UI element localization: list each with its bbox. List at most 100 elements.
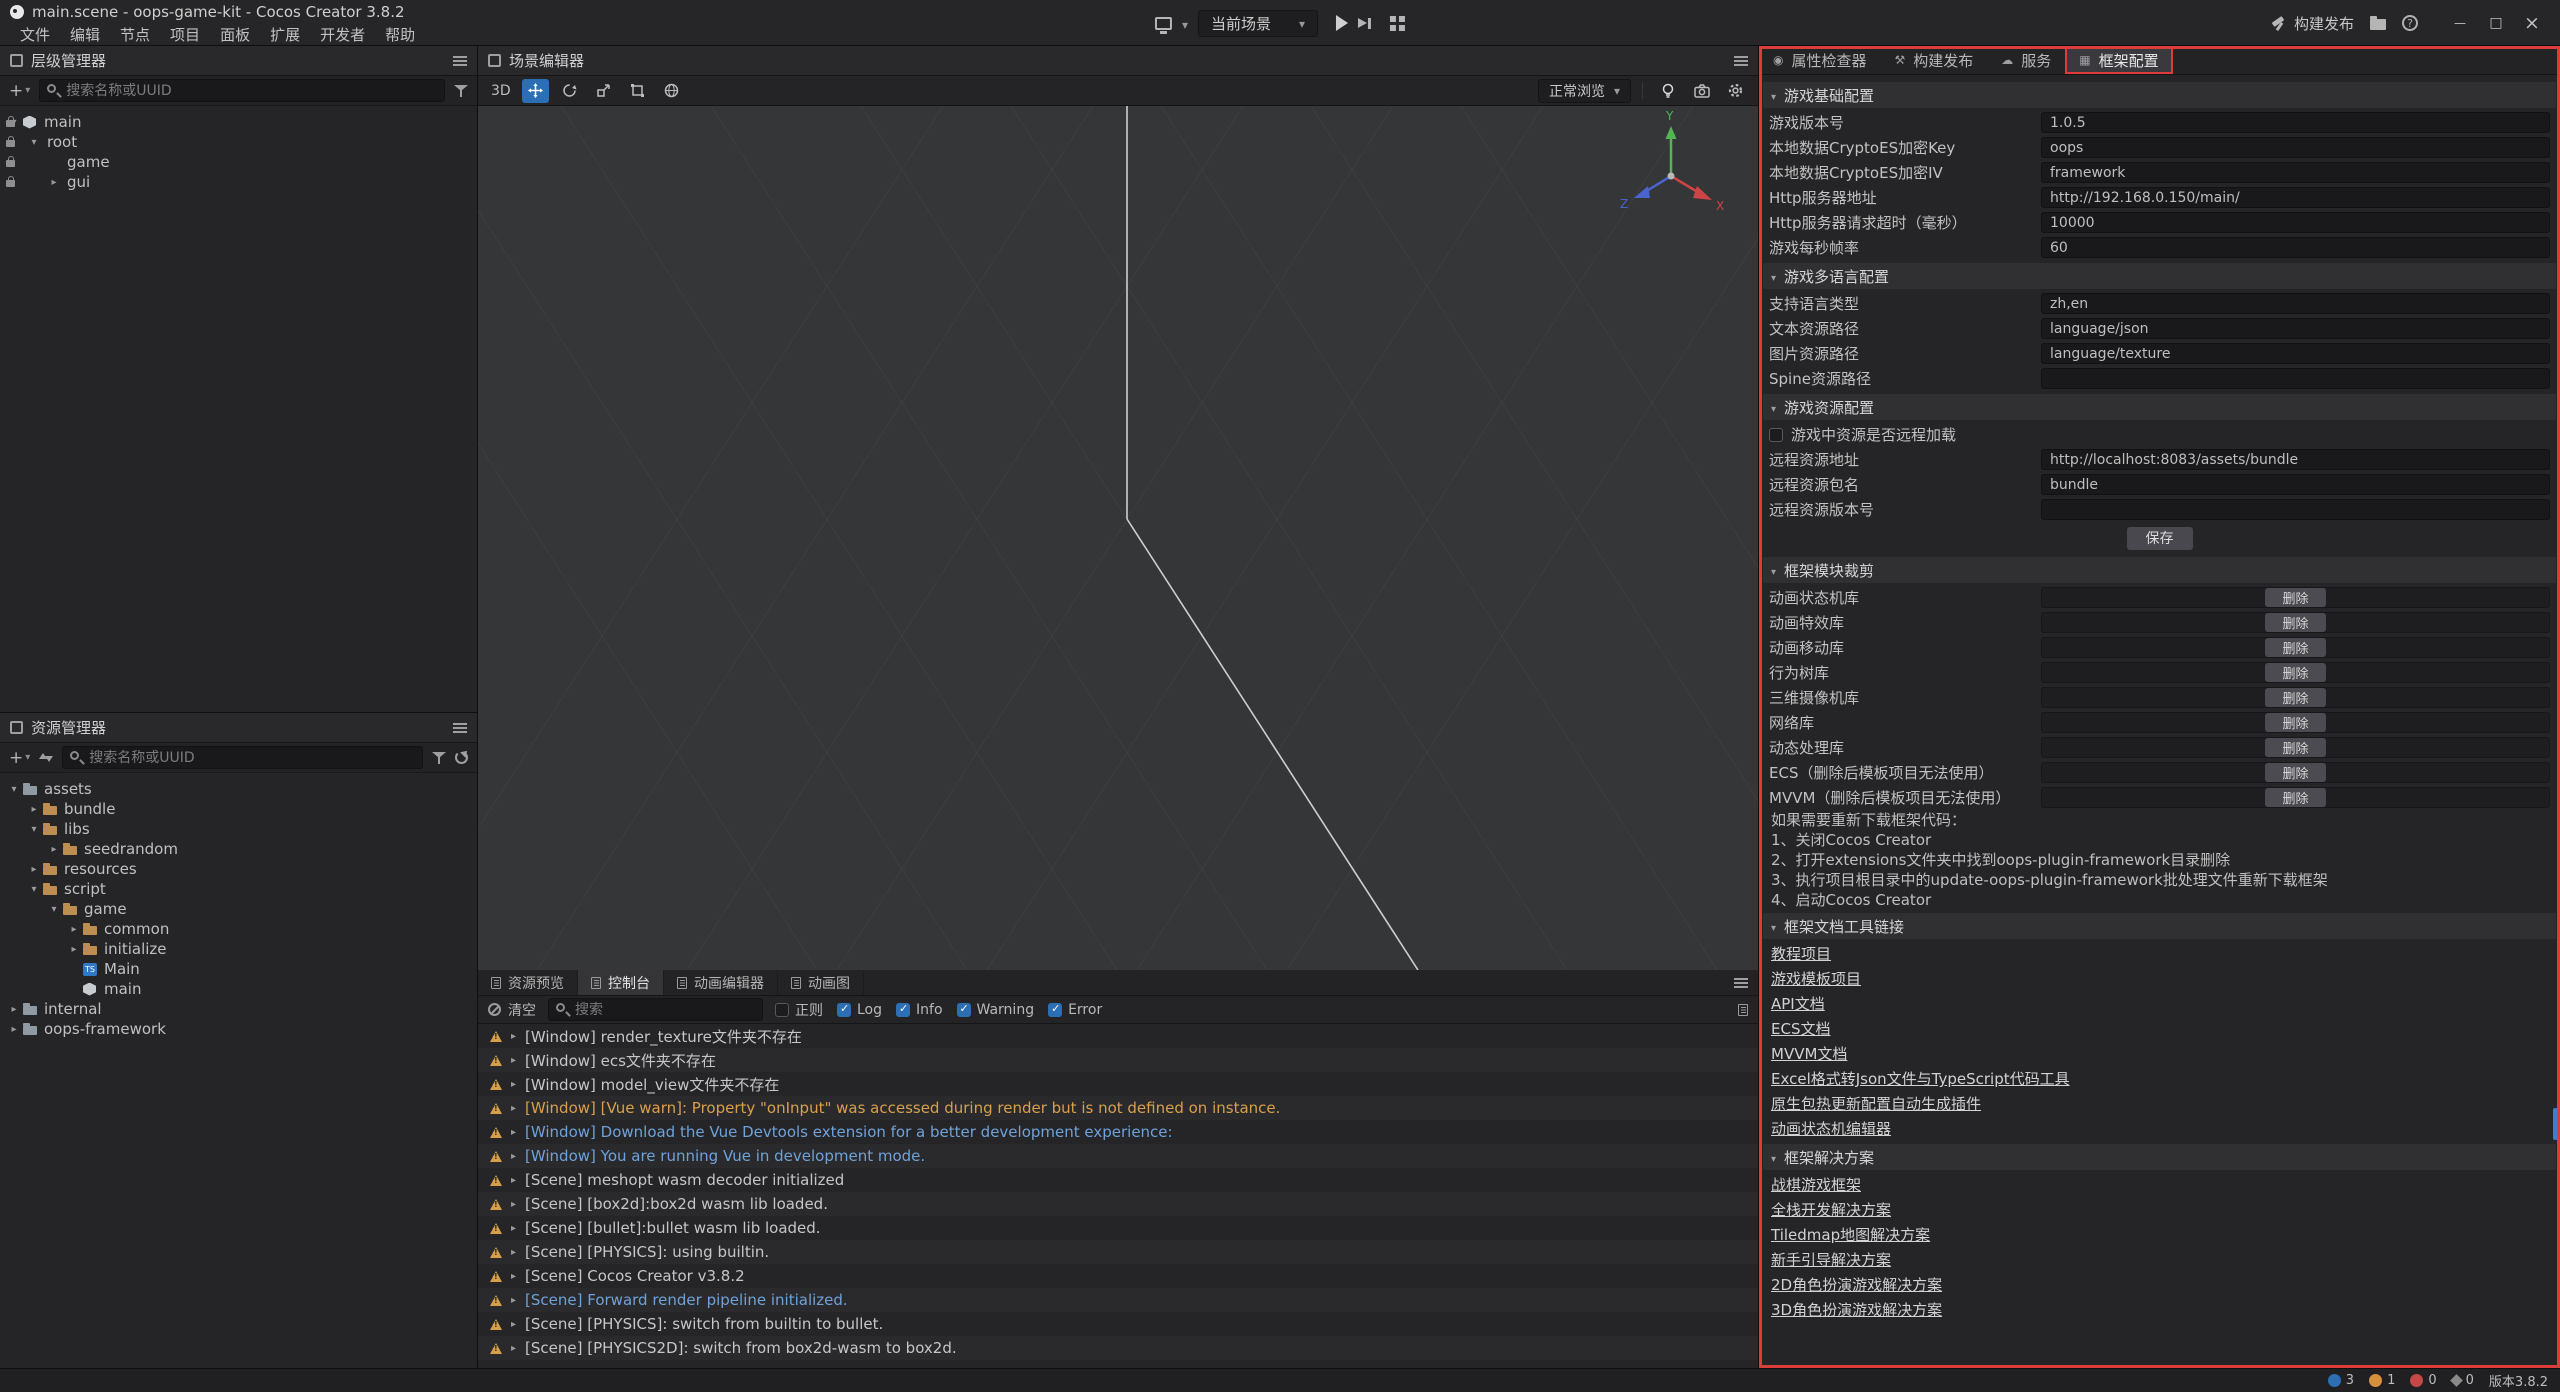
delete-button[interactable]: 删除 (2265, 663, 2325, 682)
sort-icon[interactable] (39, 751, 53, 764)
doc-link[interactable]: 动画状态机编辑器 (1771, 1118, 1891, 1139)
section-basic-header[interactable]: 游戏基础配置 (1763, 82, 2556, 108)
log-row[interactable]: [Scene] Cocos Creator v3.8.2 (478, 1264, 1758, 1288)
doc-link[interactable]: 教程项目 (1771, 943, 1831, 964)
tree-row[interactable]: libs (0, 819, 477, 839)
filter-checkbox[interactable]: Warning (957, 1002, 1035, 1018)
tree-row[interactable]: main (0, 112, 477, 132)
console-search-input[interactable] (548, 998, 763, 1021)
expand-arrow-icon[interactable] (511, 1271, 516, 1282)
add-asset-button[interactable] (9, 748, 30, 768)
delete-button[interactable]: 删除 (2265, 763, 2325, 782)
tree-row[interactable]: game (0, 899, 477, 919)
expand-arrow-icon[interactable] (511, 1223, 516, 1234)
mode-3d-button[interactable]: 3D (487, 79, 515, 103)
expand-arrow-icon[interactable] (26, 804, 42, 815)
delete-button[interactable]: 删除 (2265, 638, 2325, 657)
solution-link[interactable]: 全栈开发解决方案 (1771, 1199, 1891, 1220)
doc-link[interactable]: API文档 (1771, 993, 1825, 1014)
info-count-badge[interactable]: 3 (2328, 1373, 2354, 1388)
menu-item[interactable]: 节点 (110, 24, 160, 45)
expand-arrow-icon[interactable] (511, 1031, 516, 1042)
expand-arrow-icon[interactable] (511, 1319, 516, 1330)
log-row[interactable]: [Scene] meshopt wasm decoder initialized (478, 1168, 1758, 1192)
solution-link[interactable]: 2D角色扮演游戏解决方案 (1771, 1274, 1942, 1295)
error-count-badge[interactable]: 0 (2410, 1373, 2436, 1388)
log-row[interactable]: [Window] You are running Vue in developm… (478, 1144, 1758, 1168)
tree-row[interactable]: common (0, 919, 477, 939)
log-row[interactable]: [Window] model_view文件夹不存在 (478, 1072, 1758, 1096)
expand-arrow-icon[interactable] (66, 924, 82, 935)
expand-arrow-icon[interactable] (511, 1247, 516, 1258)
export-log-icon[interactable] (1738, 1004, 1748, 1016)
field-input[interactable] (2041, 474, 2550, 495)
expand-arrow-icon[interactable] (46, 904, 62, 915)
delete-button[interactable]: 删除 (2265, 613, 2325, 632)
expand-arrow-icon[interactable] (6, 1004, 22, 1015)
delete-button[interactable]: 删除 (2265, 588, 2325, 607)
warning-count-badge[interactable]: 1 (2369, 1373, 2395, 1388)
scene-settings-button[interactable] (1722, 79, 1749, 103)
hierarchy-search-input[interactable] (39, 79, 445, 102)
tree-row[interactable]: Main (0, 959, 477, 979)
tree-row[interactable]: assets (0, 779, 477, 799)
scene-viewport[interactable]: Y X Z (478, 106, 1758, 970)
step-button[interactable] (1358, 16, 1374, 31)
field-input[interactable] (2041, 318, 2550, 339)
field-input[interactable] (2041, 162, 2550, 183)
config-tab[interactable]: 属性检查器 (1759, 46, 1881, 74)
expand-arrow-icon[interactable] (26, 137, 42, 148)
doc-link[interactable]: MVVM文档 (1771, 1043, 1847, 1064)
section-lang-header[interactable]: 游戏多语言配置 (1763, 263, 2556, 289)
menu-item[interactable]: 扩展 (260, 24, 310, 45)
expand-arrow-icon[interactable] (511, 1151, 516, 1162)
expand-arrow-icon[interactable] (6, 784, 22, 795)
field-input[interactable] (2041, 368, 2550, 389)
solution-link[interactable]: 战棋游戏框架 (1771, 1174, 1861, 1195)
field-input[interactable] (2041, 237, 2550, 258)
config-tab[interactable]: 服务 (1987, 46, 2065, 74)
log-row[interactable]: [Window] render_texture文件夹不存在 (478, 1024, 1758, 1048)
assets-menu-icon[interactable] (453, 723, 467, 733)
lighting-toggle-button[interactable] (1654, 79, 1681, 103)
console-menu-icon[interactable] (1734, 978, 1748, 988)
scrollbar-thumb[interactable] (2553, 1108, 2558, 1140)
lock-icon[interactable] (6, 180, 15, 187)
tree-row[interactable]: game (0, 152, 477, 172)
scene-camera-button[interactable] (1688, 79, 1715, 103)
preview-device-icon[interactable] (1155, 17, 1172, 30)
expand-arrow-icon[interactable] (511, 1079, 516, 1090)
add-node-button[interactable] (9, 81, 30, 101)
field-input[interactable] (2041, 187, 2550, 208)
doc-link[interactable]: Excel格式转Json文件与TypeScript代码工具 (1771, 1068, 2070, 1089)
doc-link[interactable]: 游戏模板项目 (1771, 968, 1861, 989)
build-publish-button[interactable]: 构建发布 (2271, 13, 2354, 34)
lock-icon[interactable] (6, 120, 15, 127)
expand-arrow-icon[interactable] (26, 864, 42, 875)
tree-row[interactable]: seedrandom (0, 839, 477, 859)
console-tab[interactable]: 动画图 (778, 970, 864, 995)
expand-arrow-icon[interactable] (6, 1024, 22, 1035)
tree-row[interactable]: bundle (0, 799, 477, 819)
tree-row[interactable]: oops-framework (0, 1019, 477, 1039)
tree-row[interactable]: initialize (0, 939, 477, 959)
section-docs-header[interactable]: 框架文档工具链接 (1763, 913, 2556, 939)
device-caret-icon[interactable] (1182, 14, 1188, 33)
expand-arrow-icon[interactable] (511, 1127, 516, 1138)
clear-console-button[interactable]: 清空 (488, 1000, 536, 1020)
lock-icon[interactable] (6, 160, 15, 167)
filter-checkbox[interactable]: Log (837, 1002, 882, 1018)
tree-row[interactable]: main (0, 979, 477, 999)
menu-item[interactable]: 文件 (10, 24, 60, 45)
tree-row[interactable]: gui (0, 172, 477, 192)
expand-arrow-icon[interactable] (26, 824, 42, 835)
tree-row[interactable]: script (0, 879, 477, 899)
config-tab[interactable]: 构建发布 (1881, 46, 1988, 74)
log-row[interactable]: [Scene] [PHYSICS]: using builtin. (478, 1240, 1758, 1264)
view-mode-select[interactable]: 正常浏览 (1538, 79, 1631, 103)
menu-item[interactable]: 帮助 (375, 24, 425, 45)
expand-arrow-icon[interactable] (511, 1295, 516, 1306)
menu-item[interactable]: 编辑 (60, 24, 110, 45)
field-input[interactable] (2041, 137, 2550, 158)
layout-grid-icon[interactable] (1390, 16, 1405, 31)
